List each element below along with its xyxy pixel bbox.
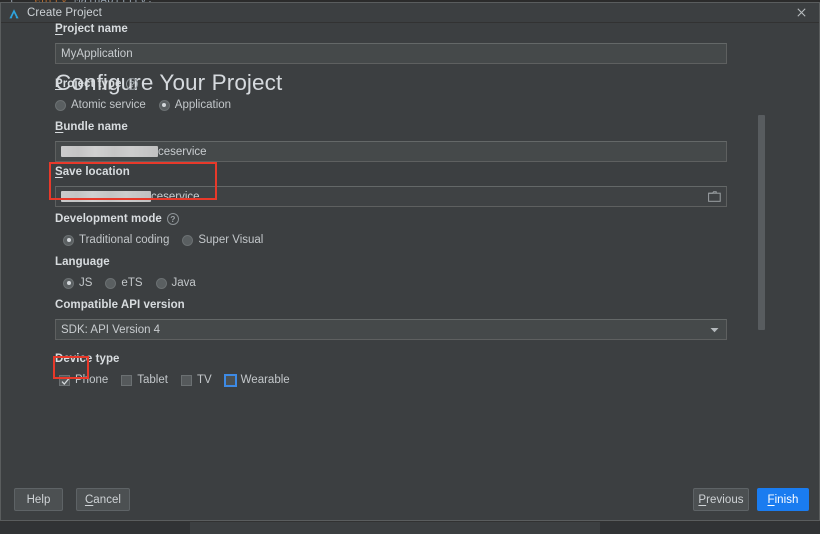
help-circle-icon[interactable]: ? [166, 213, 179, 225]
dialog-title: Create Project [27, 6, 102, 19]
radio-label: Traditional coding [79, 234, 170, 246]
compatible-api-version-label: Compatible API version [55, 299, 185, 311]
bundle-name-value: ceservice [158, 145, 207, 158]
dialog-footer: Help Cancel Previous Finish [1, 478, 819, 520]
checkbox-checked-icon [59, 374, 70, 386]
field-compatible-api-version: Compatible API version SDK: API Version … [55, 299, 727, 340]
checkbox-label: Wearable [240, 374, 290, 386]
field-device-type: Device type Phone Tablet TV Wearable [55, 353, 303, 386]
previous-button-label: revious [706, 493, 744, 506]
compatible-api-version-value: SDK: API Version 4 [61, 323, 161, 336]
close-icon[interactable] [783, 3, 819, 22]
finish-button[interactable]: Finish [757, 488, 809, 511]
ide-status-bar [0, 521, 820, 534]
ide-status-right [600, 522, 820, 534]
radio-label: Application [174, 99, 232, 111]
radio-circle-icon [155, 277, 167, 289]
language-options: JS eTS Java [63, 277, 209, 289]
vertical-scrollbar-thumb[interactable] [758, 115, 765, 330]
radio-atomic-service[interactable]: Atomic service [55, 99, 146, 111]
field-language: Language JS eTS Java [55, 256, 209, 289]
radio-circle-icon [105, 277, 117, 289]
save-location-label: Save location [55, 166, 130, 178]
radio-label: Java [171, 277, 196, 289]
radio-ets[interactable]: eTS [105, 277, 143, 289]
redacted-block [61, 191, 151, 202]
checkbox-icon [180, 374, 192, 386]
checkbox-wearable[interactable]: Wearable [224, 374, 290, 386]
checkbox-tv[interactable]: TV [180, 374, 212, 386]
checkbox-label: Phone [75, 374, 109, 386]
radio-label: JS [79, 277, 93, 289]
radio-label: Atomic service [71, 99, 146, 111]
radio-circle-icon [182, 234, 194, 246]
checkbox-tablet[interactable]: Tablet [121, 374, 168, 386]
language-label: Language [55, 256, 110, 268]
radio-traditional-coding[interactable]: Traditional coding [63, 234, 169, 246]
radio-label: eTS [121, 277, 143, 289]
help-button[interactable]: Help [14, 488, 63, 511]
help-circle-icon[interactable]: ? [126, 78, 139, 90]
save-location-input[interactable]: ceservice [55, 186, 727, 207]
project-name-input[interactable]: MyApplication [55, 43, 727, 64]
field-development-mode: Development mode ? Traditional coding Su… [55, 213, 276, 246]
field-save-location: Save location ceservice [55, 166, 727, 207]
ide-status-mid [190, 522, 601, 534]
dialog-titlebar: Create Project [1, 3, 819, 23]
ide-status-left [0, 522, 191, 534]
folder-icon[interactable] [702, 187, 726, 206]
device-type-options: Phone Tablet TV Wearable [59, 374, 303, 386]
bundle-name-label: Bundle name [55, 121, 128, 133]
project-name-value: MyApplication [61, 47, 133, 60]
bundle-name-input[interactable]: ceservice [55, 141, 727, 162]
cancel-button-label: ancel [93, 493, 122, 506]
device-type-label: Device type [55, 353, 120, 365]
save-location-value: ceservice [151, 190, 200, 203]
finish-mnemonic: F [767, 493, 775, 506]
radio-js[interactable]: JS [63, 277, 92, 289]
radio-super-visual[interactable]: Super Visual [182, 234, 263, 246]
radio-circle-selected-icon [63, 277, 74, 289]
field-project-name: Project name MyApplication [55, 23, 727, 64]
radio-circle-icon [55, 99, 66, 111]
checkbox-label: Tablet [137, 374, 168, 386]
checkbox-phone[interactable]: Phone [59, 374, 108, 386]
development-mode-options: Traditional coding Super Visual [63, 234, 276, 246]
project-type-options: Atomic service Application [55, 99, 244, 111]
cancel-button[interactable]: Cancel [76, 488, 130, 511]
finish-button-label: inish [774, 493, 799, 506]
radio-label: Super Visual [198, 234, 264, 246]
help-button-label: Help [26, 493, 51, 506]
compatible-api-version-select[interactable]: SDK: API Version 4 [55, 319, 727, 340]
radio-circle-selected-icon [158, 99, 170, 111]
project-name-label: Project name [55, 23, 128, 35]
checkbox-label: TV [196, 374, 212, 386]
checkbox-icon [121, 374, 133, 386]
field-project-type: Project type ? Atomic service Applicatio… [55, 78, 244, 111]
devecostudio-logo-icon [8, 7, 20, 19]
create-project-dialog: Create Project Configure Your Project Pr… [0, 2, 820, 521]
chevron-down-icon[interactable] [704, 320, 724, 339]
field-bundle-name: Bundle name ceservice [55, 121, 727, 162]
previous-button[interactable]: Previous [693, 488, 749, 511]
development-mode-label: Development mode ? [55, 213, 276, 225]
radio-application[interactable]: Application [158, 99, 232, 111]
previous-mnemonic: P [698, 493, 707, 506]
radio-circle-selected-icon [63, 234, 74, 246]
dialog-body: Configure Your Project Project name MyAp… [1, 23, 819, 478]
radio-java[interactable]: Java [155, 277, 196, 289]
checkbox-focused-icon [224, 374, 236, 386]
project-type-label: Project type ? [55, 78, 244, 90]
redacted-block [61, 146, 158, 157]
